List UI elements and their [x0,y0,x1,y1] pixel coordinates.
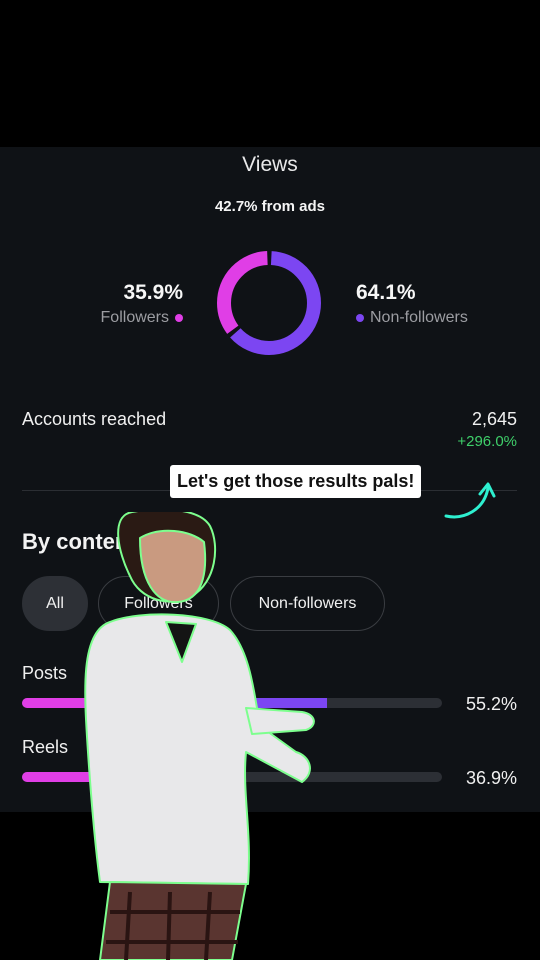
video-caption: Let's get those results pals! [170,465,422,498]
presenter-overlay [84,512,315,960]
reels-percentage: 36.9% [465,768,517,788]
followers-legend-dot [175,314,183,322]
followers-label: Followers [100,309,169,326]
non-followers-stat: 64.1% Non-followers [356,281,468,328]
accounts-reached-change: +296.0% [457,433,517,450]
reels-label: Reels [22,737,69,757]
ads-percentage: 42.7% from ads [214,198,326,215]
accounts-reached-value: 2,645 [471,409,517,429]
posts-percentage: 55.2% [465,694,517,714]
accounts-reached-label: Accounts reached [22,409,167,429]
followers-stat: 35.9% Followers [101,281,183,328]
non-followers-label: Non-followers [370,309,468,326]
non-followers-percentage: 64.1% [356,281,416,304]
curved-arrow-icon [444,482,496,519]
followers-percentage: 35.9% [123,281,183,304]
posts-label: Posts [22,663,68,683]
views-title: Views [242,153,298,176]
non-followers-legend-dot [356,314,364,322]
views-donut-chart [217,251,321,355]
